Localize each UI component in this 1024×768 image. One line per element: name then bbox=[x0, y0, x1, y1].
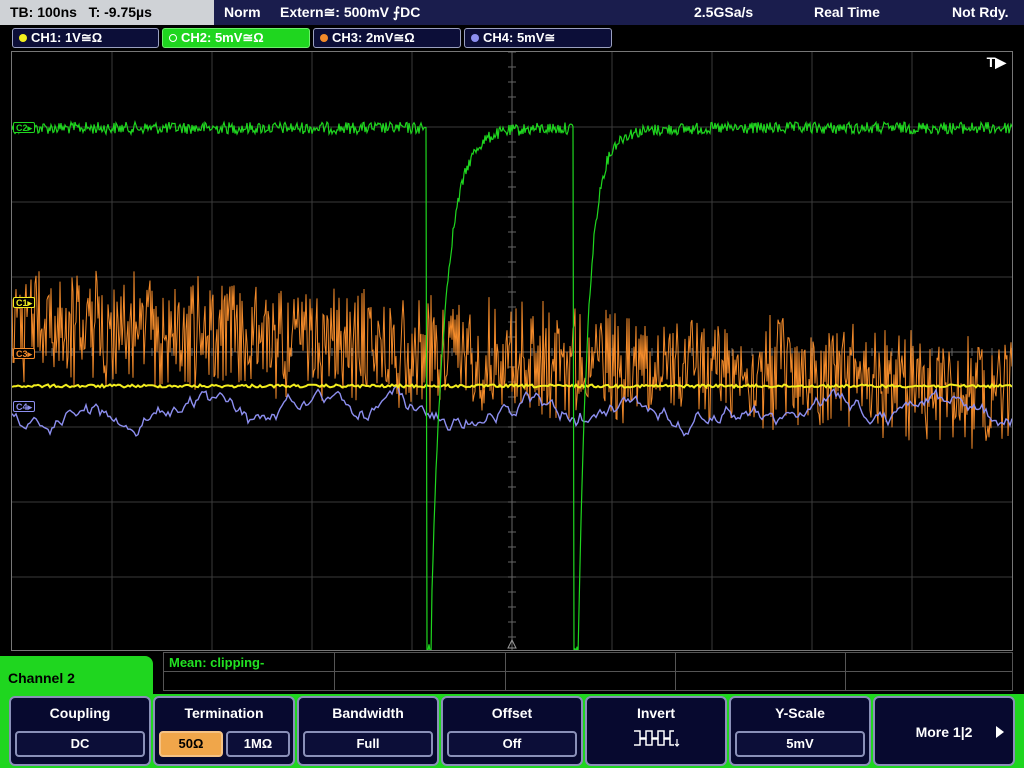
bandwidth-softkey[interactable]: Bandwidth Full bbox=[297, 696, 439, 766]
y-scale-label: Y-Scale bbox=[775, 705, 825, 721]
coupling-value[interactable]: DC bbox=[15, 731, 145, 757]
channel-2-dot-icon bbox=[169, 34, 177, 42]
menu-title: Channel 2 bbox=[0, 656, 153, 696]
channel-1-dot-icon bbox=[19, 34, 27, 42]
coupling-label: Coupling bbox=[49, 705, 111, 721]
channel-2-label: CH2: 5mV≅Ω bbox=[181, 30, 264, 45]
measurement-row bbox=[164, 653, 1012, 672]
channel-2-level-tag[interactable]: C2▸ bbox=[13, 122, 36, 133]
coupling-softkey[interactable]: Coupling DC bbox=[9, 696, 151, 766]
channel-1-tab[interactable]: CH1: 1V≅Ω bbox=[12, 28, 159, 48]
y-scale-softkey[interactable]: Y-Scale 5mV bbox=[729, 696, 871, 766]
measurement-result[interactable]: Mean: clipping- bbox=[169, 655, 264, 670]
trigger-marker: T▶ bbox=[986, 54, 1006, 70]
offset-label: Offset bbox=[491, 705, 533, 721]
timebase-readout[interactable]: TB: 100ns T: -9.75µs bbox=[0, 0, 214, 25]
termination-50ohm-option[interactable]: 50Ω bbox=[159, 731, 223, 757]
invert-pulse-icon bbox=[634, 730, 680, 747]
channel-3-level-tag[interactable]: C3▸ bbox=[13, 348, 36, 359]
arrow-right-icon bbox=[996, 726, 1004, 738]
bandwidth-label: Bandwidth bbox=[332, 705, 404, 721]
termination-label: Termination bbox=[184, 705, 264, 721]
measurement-panel: Mean: clipping- bbox=[163, 652, 1013, 691]
status-bar: TB: 100ns T: -9.75µs Norm Extern≅: 500mV… bbox=[0, 0, 1024, 25]
channel-3-dot-icon bbox=[320, 34, 328, 42]
bandwidth-value[interactable]: Full bbox=[303, 731, 433, 757]
waveform-canvas bbox=[12, 52, 1012, 650]
channel-4-label: CH4: 5mV≅ bbox=[483, 30, 556, 45]
offset-softkey[interactable]: Offset Off bbox=[441, 696, 583, 766]
channel-1-level-tag[interactable]: C1▸ bbox=[13, 297, 36, 308]
invert-label: Invert bbox=[636, 705, 676, 721]
channel-4-dot-icon bbox=[471, 34, 479, 42]
channel-3-tab[interactable]: CH3: 2mV≅Ω bbox=[313, 28, 461, 48]
offset-value[interactable]: Off bbox=[447, 731, 577, 757]
channel-4-tab[interactable]: CH4: 5mV≅ bbox=[464, 28, 612, 48]
acquisition-state: Not Rdy. bbox=[952, 4, 1009, 20]
channel-4-level-tag[interactable]: C4▸ bbox=[13, 401, 36, 412]
more-softkey[interactable]: More 1|2 bbox=[873, 696, 1015, 766]
channel-1-label: CH1: 1V≅Ω bbox=[31, 30, 103, 45]
trigger-source[interactable]: Extern≅: 500mV ⨍DC bbox=[280, 0, 420, 25]
y-scale-value[interactable]: 5mV bbox=[735, 731, 865, 757]
trigger-mode[interactable]: Norm bbox=[224, 0, 261, 25]
sample-rate: 2.5GSa/s bbox=[694, 4, 754, 20]
channel-2-tab[interactable]: CH2: 5mV≅Ω bbox=[162, 28, 310, 48]
invert-softkey[interactable]: Invert bbox=[585, 696, 727, 766]
termination-softkey[interactable]: Termination 50Ω 1MΩ bbox=[153, 696, 295, 766]
waveform-display[interactable]: T▶ C2▸ C1▸ C3▸ C4▸ bbox=[11, 51, 1013, 651]
channel-3-label: CH3: 2mV≅Ω bbox=[332, 30, 415, 45]
more-label: More 1|2 bbox=[915, 724, 973, 740]
acquisition-mode: Real Time bbox=[814, 4, 880, 20]
termination-1mohm-option[interactable]: 1MΩ bbox=[226, 731, 290, 757]
